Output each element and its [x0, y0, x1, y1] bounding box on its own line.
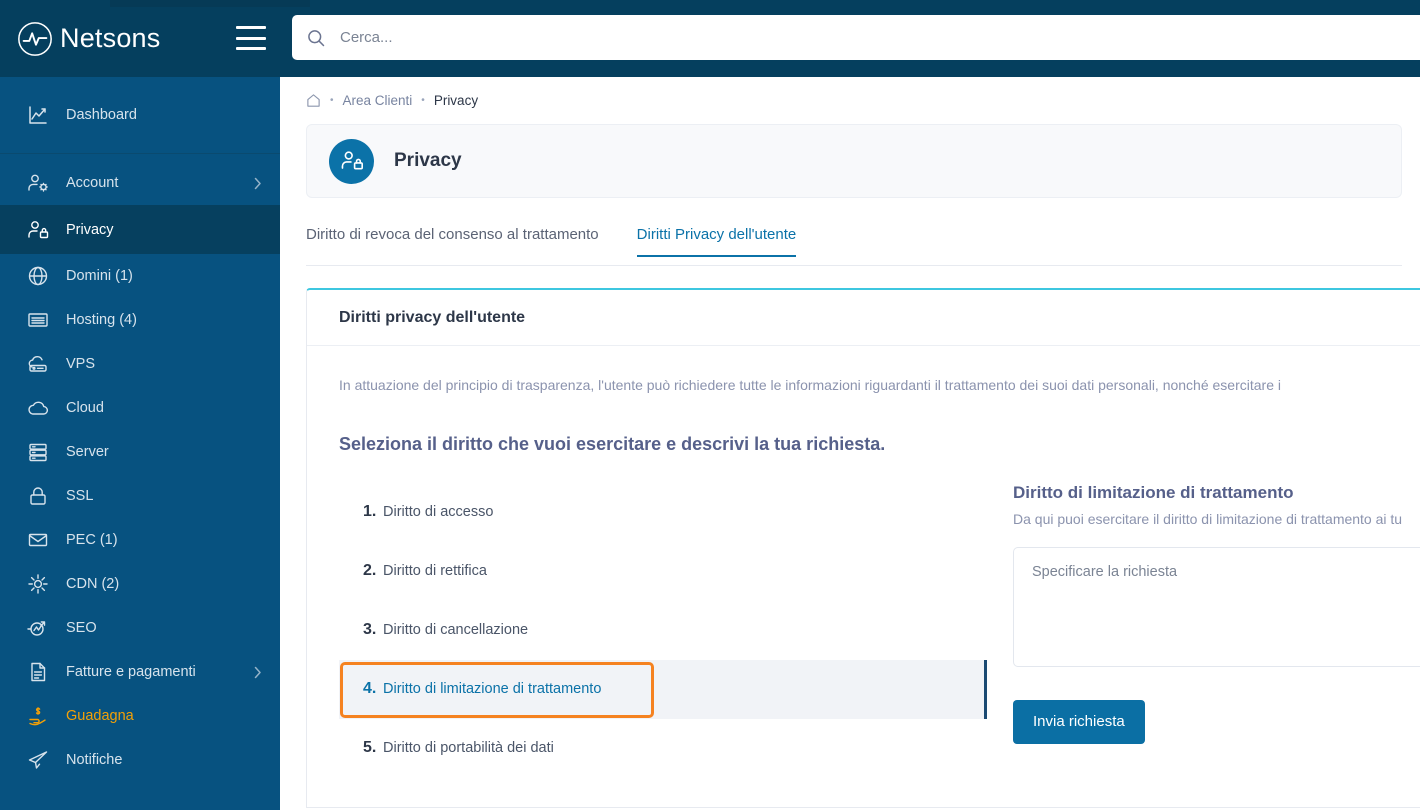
right-item-2[interactable]: 2. Diritto di rettifica	[339, 542, 987, 601]
sidebar-item-dashboard[interactable]: Dashboard	[0, 77, 280, 153]
right-item-number: 4.	[363, 680, 377, 698]
sidebar-item-account[interactable]: Account	[0, 161, 280, 205]
right-item-label: Diritto di cancellazione	[383, 622, 529, 639]
home-icon[interactable]	[306, 93, 321, 108]
right-item-label: Diritto di rettifica	[383, 563, 487, 580]
card-title: Diritti privacy dell'utente	[307, 290, 1420, 346]
sidebar-item-label: Guadagna	[66, 708, 134, 724]
chevron-right-icon	[254, 177, 262, 190]
rights-columns: 1. Diritto di accesso 2. Diritto di rett…	[339, 483, 1420, 778]
right-item-number: 3.	[363, 621, 377, 639]
right-item-number: 1.	[363, 503, 377, 521]
sidebar-item-seo[interactable]: SEO	[0, 606, 280, 650]
tab-bar: Diritto di revoca del consenso al tratta…	[306, 220, 1402, 266]
breadcrumb-separator: •	[421, 95, 425, 106]
server-lines-icon	[26, 308, 50, 332]
app-root: Netsons Dashboard	[0, 0, 1420, 810]
chevron-right-icon	[254, 666, 262, 679]
right-item-number: 2.	[363, 562, 377, 580]
privacy-lock-user-icon	[26, 218, 50, 242]
earn-hand-coin-icon	[26, 704, 50, 728]
submit-request-button[interactable]: Invia richiesta	[1013, 699, 1145, 744]
dashboard-chart-icon	[26, 103, 50, 127]
card-lead-text: Seleziona il diritto che vuoi esercitare…	[339, 433, 886, 454]
top-bar: Netsons	[0, 0, 1420, 77]
sidebar-item-privacy[interactable]: Privacy	[0, 205, 280, 254]
seo-arrow-icon	[26, 616, 50, 640]
padlock-icon	[26, 484, 50, 508]
sidebar-nav: Dashboard Account Privacy Domini (1) Hos…	[0, 77, 280, 810]
page-title: Privacy	[394, 150, 462, 171]
sidebar-item-hosting[interactable]: Hosting (4)	[0, 298, 280, 342]
sidebar-item-label: Server	[66, 444, 109, 460]
page-header-card: Privacy	[306, 124, 1402, 198]
detail-title: Diritto di limitazione di trattamento	[1013, 482, 1294, 502]
sidebar-item-label: PEC (1)	[66, 532, 118, 548]
sidebar-item-label: SEO	[66, 620, 97, 636]
right-item-label: Diritto di portabilità dei dati	[383, 740, 554, 757]
breadcrumb-item-area-clienti[interactable]: Area Clienti	[343, 93, 413, 108]
breadcrumb-item-privacy: Privacy	[433, 93, 479, 108]
sidebar-item-pec[interactable]: PEC (1)	[0, 518, 280, 562]
right-item-label: Diritto di limitazione di trattamento	[383, 681, 602, 698]
tab-diritti-privacy-utente[interactable]: Diritti Privacy dell'utente	[636, 226, 796, 257]
cloud-icon	[26, 396, 50, 420]
tab-diritto-revoca[interactable]: Diritto di revoca del consenso al tratta…	[306, 226, 599, 256]
main-content: • Area Clienti • Privacy Privacy Diritto…	[280, 77, 1420, 810]
paper-plane-icon	[26, 748, 50, 772]
sidebar-item-label: CDN (2)	[66, 576, 120, 592]
invoice-document-icon	[26, 660, 50, 684]
sidebar-item-vps[interactable]: VPS	[0, 342, 280, 386]
sidebar-item-server[interactable]: Server	[0, 430, 280, 474]
sidebar-item-label: VPS	[66, 356, 96, 372]
rights-list: 1. Diritto di accesso 2. Diritto di rett…	[339, 483, 987, 778]
search-icon	[306, 28, 326, 48]
detail-subtitle: Da qui puoi esercitare il diritto di lim…	[1013, 510, 1403, 527]
sidebar-item-label: Hosting (4)	[66, 312, 137, 328]
card-intro-text: In attuazione del principio di trasparen…	[339, 377, 1281, 393]
search-input[interactable]	[340, 15, 1420, 60]
sidebar-item-cdn[interactable]: CDN (2)	[0, 562, 280, 606]
server-rack-icon	[26, 440, 50, 464]
sidebar-item-label: Dashboard	[66, 107, 137, 123]
sidebar-item-notifiche[interactable]: Notifiche	[0, 738, 280, 782]
right-item-label: Diritto di accesso	[383, 504, 494, 521]
right-detail-pane: Diritto di limitazione di trattamento Da…	[987, 483, 1420, 778]
breadcrumb-separator: •	[330, 95, 334, 106]
right-item-3[interactable]: 3. Diritto di cancellazione	[339, 601, 987, 660]
account-gear-icon	[26, 171, 50, 195]
envelope-icon	[26, 528, 50, 552]
sidebar-item-domini[interactable]: Domini (1)	[0, 254, 280, 298]
right-item-number: 5.	[363, 739, 377, 757]
sidebar-item-label: Account	[66, 175, 119, 191]
sidebar-item-label: Notifiche	[66, 752, 123, 768]
sidebar-item-label: Cloud	[66, 400, 104, 416]
card-body: In attuazione del principio di trasparen…	[307, 346, 1420, 778]
sidebar-item-guadagna[interactable]: Guadagna	[0, 694, 280, 738]
sidebar-item-ssl[interactable]: SSL	[0, 474, 280, 518]
sidebar-item-label: Domini (1)	[66, 268, 133, 284]
sidebar-item-label: Fatture e pagamenti	[66, 664, 196, 680]
sidebar-item-cloud[interactable]: Cloud	[0, 386, 280, 430]
sidebar-item-label: Privacy	[66, 221, 114, 238]
globe-icon	[26, 264, 50, 288]
breadcrumb: • Area Clienti • Privacy	[280, 77, 1420, 124]
rights-card: Diritti privacy dell'utente In attuazion…	[306, 288, 1420, 808]
sidebar-item-fatture-e-pagamenti[interactable]: Fatture e pagamenti	[0, 650, 280, 694]
right-item-5[interactable]: 5. Diritto di portabilità dei dati	[339, 719, 987, 778]
right-item-4[interactable]: 4. Diritto di limitazione di trattamento	[339, 659, 987, 719]
sidebar-item-label: SSL	[66, 488, 94, 504]
hamburger-menu-icon[interactable]	[236, 26, 266, 50]
right-item-1[interactable]: 1. Diritto di accesso	[339, 483, 987, 542]
search-bar[interactable]	[292, 15, 1420, 60]
brand-name: Netsons	[60, 23, 161, 53]
request-textarea[interactable]	[1013, 546, 1420, 667]
cdn-burst-icon	[26, 572, 50, 596]
netsons-logo-icon	[16, 20, 54, 58]
vps-cloud-icon	[26, 352, 50, 376]
privacy-lock-user-icon	[329, 138, 374, 184]
